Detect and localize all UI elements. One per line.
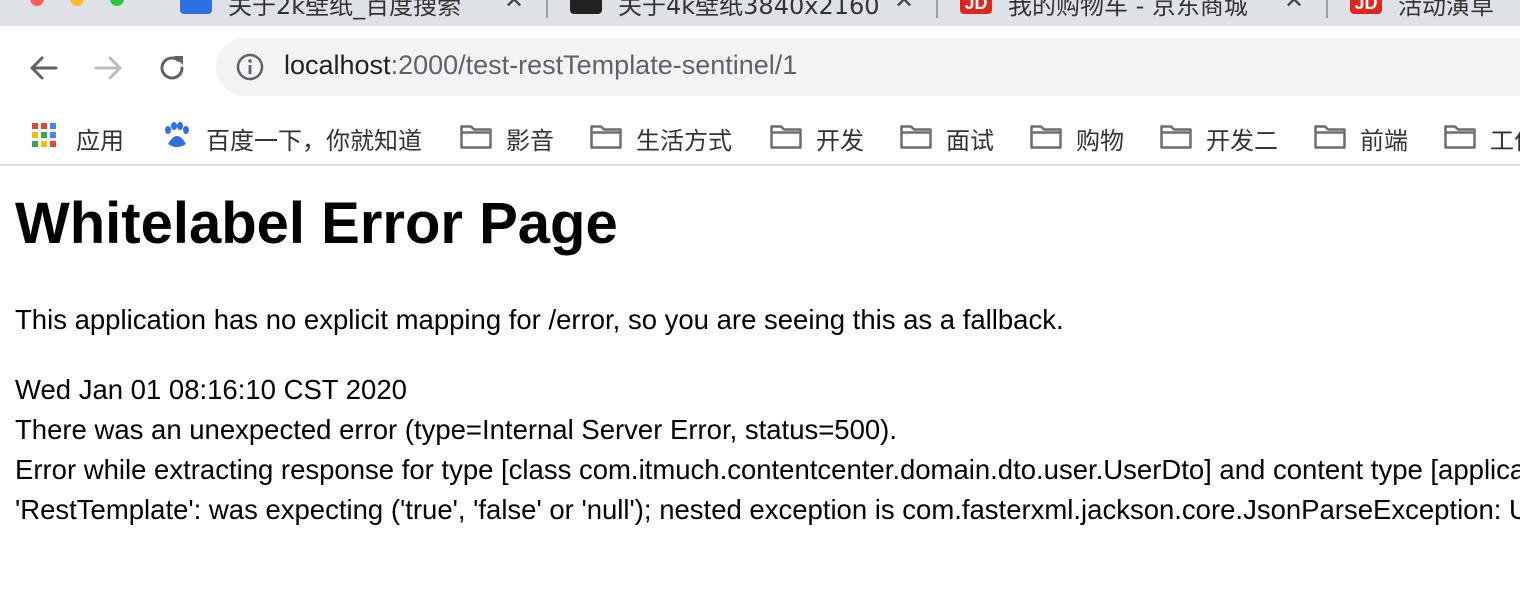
jd-favicon-icon: JD [960,0,992,14]
tab-strip: 关于2k壁纸_百度搜索 ✕ 关于4k壁纸3840x2160 ✕ JD 我的购物车… [0,0,1520,26]
zoom-window-button[interactable] [110,0,124,6]
bookmark-label: 前端 [1360,127,1408,155]
jd-favicon-icon: JD [1350,0,1382,14]
folder-icon [1314,125,1346,149]
tab-jd-cart[interactable]: JD 我的购物车 - 京东商城 ✕ [960,0,1310,26]
reload-icon [160,56,184,80]
reload-button[interactable] [154,50,190,86]
url-path: :2000/test-restTemplate-sentinel/1 [390,50,798,80]
folder-icon [1444,125,1476,149]
tab-baidu-search[interactable]: 关于2k壁纸_百度搜索 ✕ [180,0,530,26]
back-arrow-icon [30,56,58,80]
baidu-favicon-icon [180,0,212,14]
forward-arrow-icon [94,56,122,80]
bookmark-label: 开发 [816,127,864,155]
bookmark-label: 购物 [1076,127,1124,155]
tab-close-icon[interactable]: ✕ [894,0,914,15]
tab-title: 关于4k壁纸3840x2160 [618,0,880,20]
tab-title: 关于2k壁纸_百度搜索 [228,0,462,20]
bookmark-label: 工作 [1490,127,1520,155]
folder-icon [1160,125,1192,149]
baidu-paw-icon [165,122,189,147]
bookmark-label: 生活方式 [636,127,732,155]
tab-title: 活动演草 [1398,0,1494,20]
tab-jd-activity[interactable]: JD 活动演草 [1350,0,1520,26]
address-bar[interactable]: localhost:2000/test-restTemplate-sentine… [216,38,1520,96]
dark-favicon-icon [570,0,602,14]
folder-icon [590,125,622,149]
forward-button[interactable] [90,50,126,86]
error-detail-line-1: Error while extracting response for type… [15,454,1520,485]
error-status: There was an unexpected error (type=Inte… [15,414,897,445]
tab-separator [936,0,938,18]
page-content: Whitelabel Error Page This application h… [0,166,1520,612]
folder-icon [900,125,932,149]
close-window-button[interactable] [30,0,44,6]
bookmark-label: 面试 [946,127,994,155]
tab-separator [1326,0,1328,18]
tab-title: 我的购物车 - 京东商城 [1008,0,1248,20]
back-button[interactable] [26,50,62,86]
url-text[interactable]: localhost:2000/test-restTemplate-sentine… [284,50,797,81]
folder-icon [1030,125,1062,149]
tab-4k-wallpaper[interactable]: 关于4k壁纸3840x2160 ✕ [570,0,920,26]
bookmark-label: 应用 [76,127,124,155]
tab-close-icon[interactable]: ✕ [1284,0,1304,15]
error-detail-line-2: 'RestTemplate': was expecting ('true', '… [15,494,1520,525]
error-timestamp: Wed Jan 01 08:16:10 CST 2020 [15,374,407,405]
browser-toolbar: localhost:2000/test-restTemplate-sentine… [0,26,1520,108]
folder-icon [770,125,802,149]
tab-close-icon[interactable]: ✕ [504,0,524,15]
page-title: Whitelabel Error Page [15,191,618,256]
bookmark-label: 百度一下，你就知道 [206,127,422,155]
url-host: localhost [284,50,391,80]
site-info-icon[interactable] [236,53,264,81]
bookmark-label: 影音 [506,127,554,155]
tab-separator [546,0,548,18]
bookmarks-bar: 应用 百度一下，你就知道 影音 生活方式 开发 面试 购物 开发二 前端 工 [0,108,1520,166]
error-description: This application has no explicit mapping… [15,304,1064,335]
bookmark-label: 开发二 [1206,127,1278,155]
minimize-window-button[interactable] [70,0,84,6]
apps-grid-icon [32,123,56,147]
folder-icon [460,125,492,149]
